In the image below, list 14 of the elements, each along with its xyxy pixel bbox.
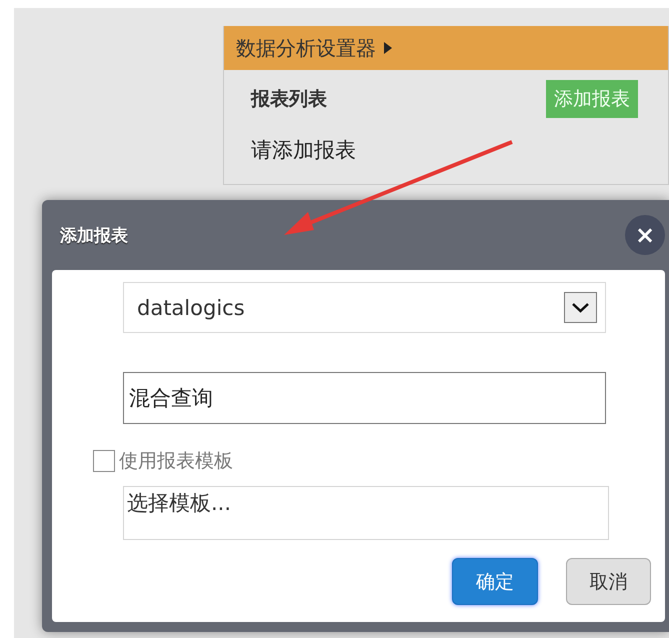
list-heading: 报表列表 [251, 87, 327, 112]
checkbox[interactable] [93, 450, 115, 472]
name-field[interactable]: 混合查询 [123, 372, 606, 424]
close-button[interactable]: × [625, 215, 665, 255]
checkbox-label: 使用报表模板 [119, 449, 233, 474]
cancel-button[interactable]: 取消 [566, 558, 651, 605]
chevron-down-icon [564, 292, 597, 323]
empty-text: 请添加报表 [250, 137, 356, 164]
template-field[interactable]: 选择模板... [123, 486, 609, 540]
panel-title: 数据分析设置器 [236, 34, 376, 62]
source-select[interactable]: datalogics [123, 282, 606, 333]
confirm-button[interactable]: 确定 [452, 558, 538, 605]
caret-icon [384, 42, 392, 54]
dialog-title: 添加报表 [60, 224, 128, 246]
